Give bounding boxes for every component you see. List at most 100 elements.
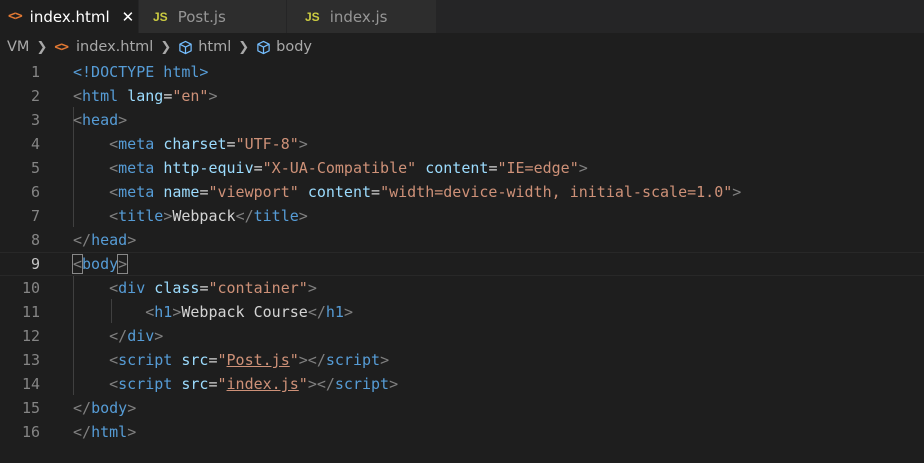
code-text: <meta http-equiv="X-UA-Compatible" conte… bbox=[73, 156, 588, 180]
line-number: 2 bbox=[30, 87, 40, 105]
tab-index-js[interactable]: JS index.js bbox=[287, 0, 437, 33]
code-line[interactable]: 15 </body> bbox=[0, 396, 924, 420]
code-token: script bbox=[334, 375, 390, 393]
cube-icon bbox=[257, 40, 270, 54]
code-token: body bbox=[82, 255, 119, 273]
tab-label: index.js bbox=[329, 7, 388, 26]
code-token: content bbox=[307, 183, 372, 201]
code-token: h1 bbox=[154, 303, 173, 321]
code-token: " bbox=[289, 351, 299, 369]
tab-index-html[interactable]: <> index.html ✕ bbox=[0, 0, 139, 33]
code-text: </body> bbox=[73, 396, 136, 420]
code-text: </head> bbox=[73, 228, 136, 252]
breadcrumb-file[interactable]: <> index.html bbox=[54, 39, 153, 55]
code-line[interactable]: 7 <title>Webpack</title> bbox=[0, 204, 924, 228]
line-number: 11 bbox=[21, 303, 40, 321]
code-token: > bbox=[127, 231, 137, 249]
code-line[interactable]: 1 <!DOCTYPE html> bbox=[0, 60, 924, 84]
code-token: = bbox=[208, 375, 218, 393]
tab-bar-empty-space[interactable] bbox=[437, 0, 924, 33]
code-token: meta bbox=[118, 159, 155, 177]
code-token: h1 bbox=[325, 303, 344, 321]
code-token: meta bbox=[118, 135, 155, 153]
code-token: > bbox=[380, 351, 390, 369]
line-number: 16 bbox=[21, 423, 40, 441]
code-token: "viewport" bbox=[208, 183, 299, 201]
breadcrumb-folder-vm[interactable]: VM bbox=[7, 39, 29, 55]
breadcrumb-element-label: html bbox=[198, 39, 232, 55]
code-line[interactable]: 10 <div class="container"> bbox=[0, 276, 924, 300]
tab-post-js[interactable]: JS Post.js bbox=[139, 0, 287, 33]
code-line[interactable]: 4 <meta charset="UTF-8"> bbox=[0, 132, 924, 156]
code-token: </ bbox=[73, 231, 92, 249]
code-token: script bbox=[118, 375, 173, 393]
code-token: > bbox=[208, 87, 218, 105]
code-token: Post.js bbox=[226, 351, 290, 369]
code-token: script bbox=[325, 351, 381, 369]
code-token: = bbox=[371, 183, 381, 201]
code-text: <meta name="viewport" content="width=dev… bbox=[73, 180, 741, 204]
code-text: <title>Webpack</title> bbox=[73, 204, 308, 228]
code-token: body bbox=[91, 399, 128, 417]
code-token: > bbox=[117, 254, 129, 274]
tab-label: Post.js bbox=[177, 7, 226, 26]
code-token: < bbox=[73, 111, 83, 129]
line-number: 7 bbox=[30, 207, 40, 225]
line-number: 10 bbox=[21, 279, 40, 297]
code-token: " bbox=[298, 375, 308, 393]
html-file-icon: <> bbox=[54, 39, 69, 55]
code-token: > bbox=[163, 207, 173, 225]
code-line[interactable]: 13 <script src="Post.js"></script> bbox=[0, 348, 924, 372]
breadcrumb-element-body[interactable]: body bbox=[256, 39, 312, 55]
code-token: "UTF-8" bbox=[235, 135, 299, 153]
code-token: head bbox=[91, 231, 128, 249]
code-token: name bbox=[163, 183, 200, 201]
breadcrumb-file-label: index.html bbox=[76, 39, 154, 55]
code-text: <script src="Post.js"></script> bbox=[73, 348, 389, 372]
code-token: > bbox=[343, 303, 353, 321]
code-token: = bbox=[208, 351, 218, 369]
code-line[interactable]: 11 <h1>Webpack Course</h1> bbox=[0, 300, 924, 324]
code-token: > bbox=[127, 399, 137, 417]
breadcrumb: VM ❯ <> index.html ❯ html ❯ body bbox=[0, 36, 924, 58]
code-text: <script src="index.js"></script> bbox=[73, 372, 398, 396]
code-token: = bbox=[253, 159, 263, 177]
breadcrumb-element-html[interactable]: html bbox=[178, 39, 231, 55]
code-token: html bbox=[91, 423, 128, 441]
code-text: <html lang="en"> bbox=[73, 84, 218, 108]
code-line[interactable]: 9 <body> bbox=[0, 252, 924, 276]
code-token: src bbox=[181, 351, 209, 369]
code-token: </ bbox=[307, 303, 326, 321]
code-token: < bbox=[109, 351, 119, 369]
code-token: > bbox=[578, 159, 588, 177]
code-editor[interactable]: 1 <!DOCTYPE html> 2 <html lang="en"> 3 <head>… bbox=[0, 59, 924, 463]
close-icon[interactable]: ✕ bbox=[122, 8, 135, 26]
code-line[interactable]: 12 </div> bbox=[0, 324, 924, 348]
code-text: </html> bbox=[73, 420, 136, 444]
code-token: < bbox=[109, 207, 119, 225]
code-token: > bbox=[154, 327, 164, 345]
code-token: src bbox=[181, 375, 209, 393]
code-line[interactable]: 3 <head> bbox=[0, 108, 924, 132]
chevron-right-icon: ❯ bbox=[238, 39, 250, 55]
code-token: > bbox=[298, 135, 308, 153]
chevron-right-icon: ❯ bbox=[160, 39, 172, 55]
code-line[interactable]: 8 </head> bbox=[0, 228, 924, 252]
code-token: lang bbox=[127, 87, 164, 105]
line-number: 8 bbox=[30, 231, 40, 249]
code-line[interactable]: 2 <html lang="en"> bbox=[0, 84, 924, 108]
code-line[interactable]: 14 <script src="index.js"></script> bbox=[0, 372, 924, 396]
code-token: index.js bbox=[226, 375, 299, 393]
code-line[interactable]: 5 <meta http-equiv="X-UA-Compatible" con… bbox=[0, 156, 924, 180]
code-token: <!DOCTYPE html> bbox=[73, 63, 209, 81]
code-line[interactable]: 16 </html> bbox=[0, 420, 924, 444]
code-line[interactable]: 6 <meta name="viewport" content="width=d… bbox=[0, 180, 924, 204]
